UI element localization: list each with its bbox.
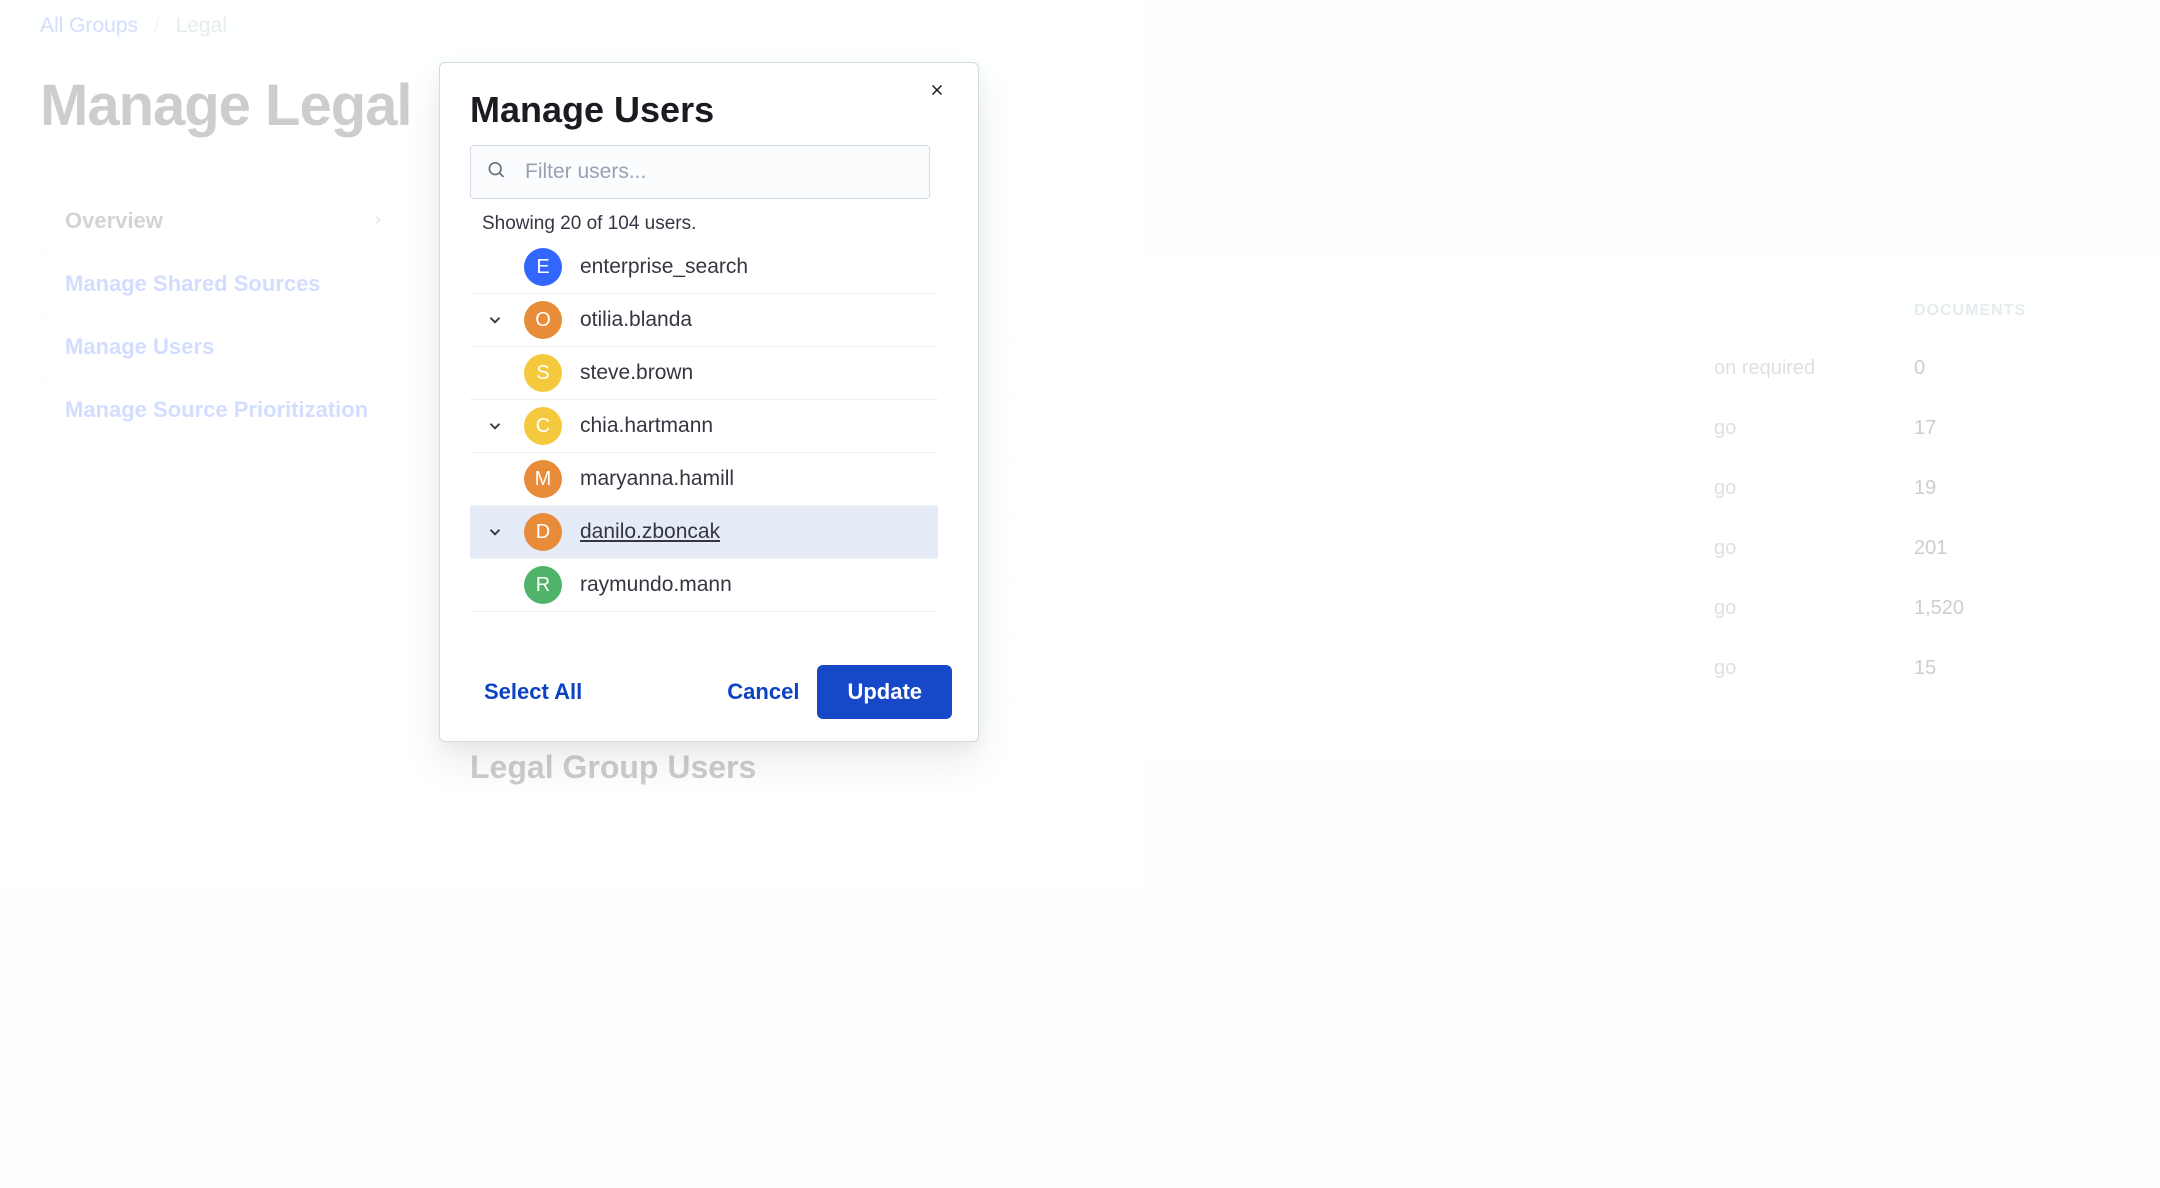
check-icon (484, 523, 506, 541)
username: chia.hartmann (580, 414, 713, 438)
username: raymundo.mann (580, 573, 732, 597)
user-row[interactable]: Rraymundo.mann (470, 559, 938, 612)
user-list: Eenterprise_searchOotilia.blandaSsteve.b… (470, 241, 968, 647)
user-row[interactable]: Mmaryanna.hamill (470, 453, 938, 506)
results-meta: Showing 20 of 104 users. (470, 207, 978, 241)
manage-users-modal: Manage Users Showing 20 of 104 users. Ee… (439, 62, 979, 742)
username: danilo.zboncak (580, 520, 720, 544)
modal-overlay[interactable] (0, 0, 2160, 1188)
avatar: S (524, 354, 562, 392)
avatar: R (524, 566, 562, 604)
close-button[interactable] (926, 79, 948, 105)
username: otilia.blanda (580, 308, 692, 332)
avatar: D (524, 513, 562, 551)
user-row[interactable]: Eenterprise_search (470, 241, 938, 294)
modal-header: Manage Users (440, 89, 978, 145)
username: steve.brown (580, 361, 693, 385)
modal-title: Manage Users (470, 89, 714, 131)
user-list-scroll[interactable]: Eenterprise_searchOotilia.blandaSsteve.b… (470, 241, 968, 647)
check-icon (484, 311, 506, 329)
search-icon (486, 160, 506, 185)
modal-body: Showing 20 of 104 users. Eenterprise_sea… (440, 145, 978, 647)
modal-footer: Select All Cancel Update (440, 647, 978, 719)
username: maryanna.hamill (580, 467, 734, 491)
search-wrap (470, 145, 930, 199)
filter-users-input[interactable] (470, 145, 930, 199)
avatar: E (524, 248, 562, 286)
user-row[interactable]: Ssteve.brown (470, 347, 938, 400)
username: enterprise_search (580, 255, 748, 279)
user-row[interactable]: Cchia.hartmann (470, 400, 938, 453)
check-icon (484, 417, 506, 435)
update-button[interactable]: Update (817, 665, 952, 719)
select-all-button[interactable]: Select All (480, 673, 586, 711)
cancel-button[interactable]: Cancel (723, 673, 803, 711)
avatar: C (524, 407, 562, 445)
avatar: M (524, 460, 562, 498)
user-row[interactable]: Ootilia.blanda (470, 294, 938, 347)
avatar: O (524, 301, 562, 339)
close-icon (928, 82, 946, 104)
user-row[interactable]: Ddanilo.zboncak (470, 506, 938, 559)
